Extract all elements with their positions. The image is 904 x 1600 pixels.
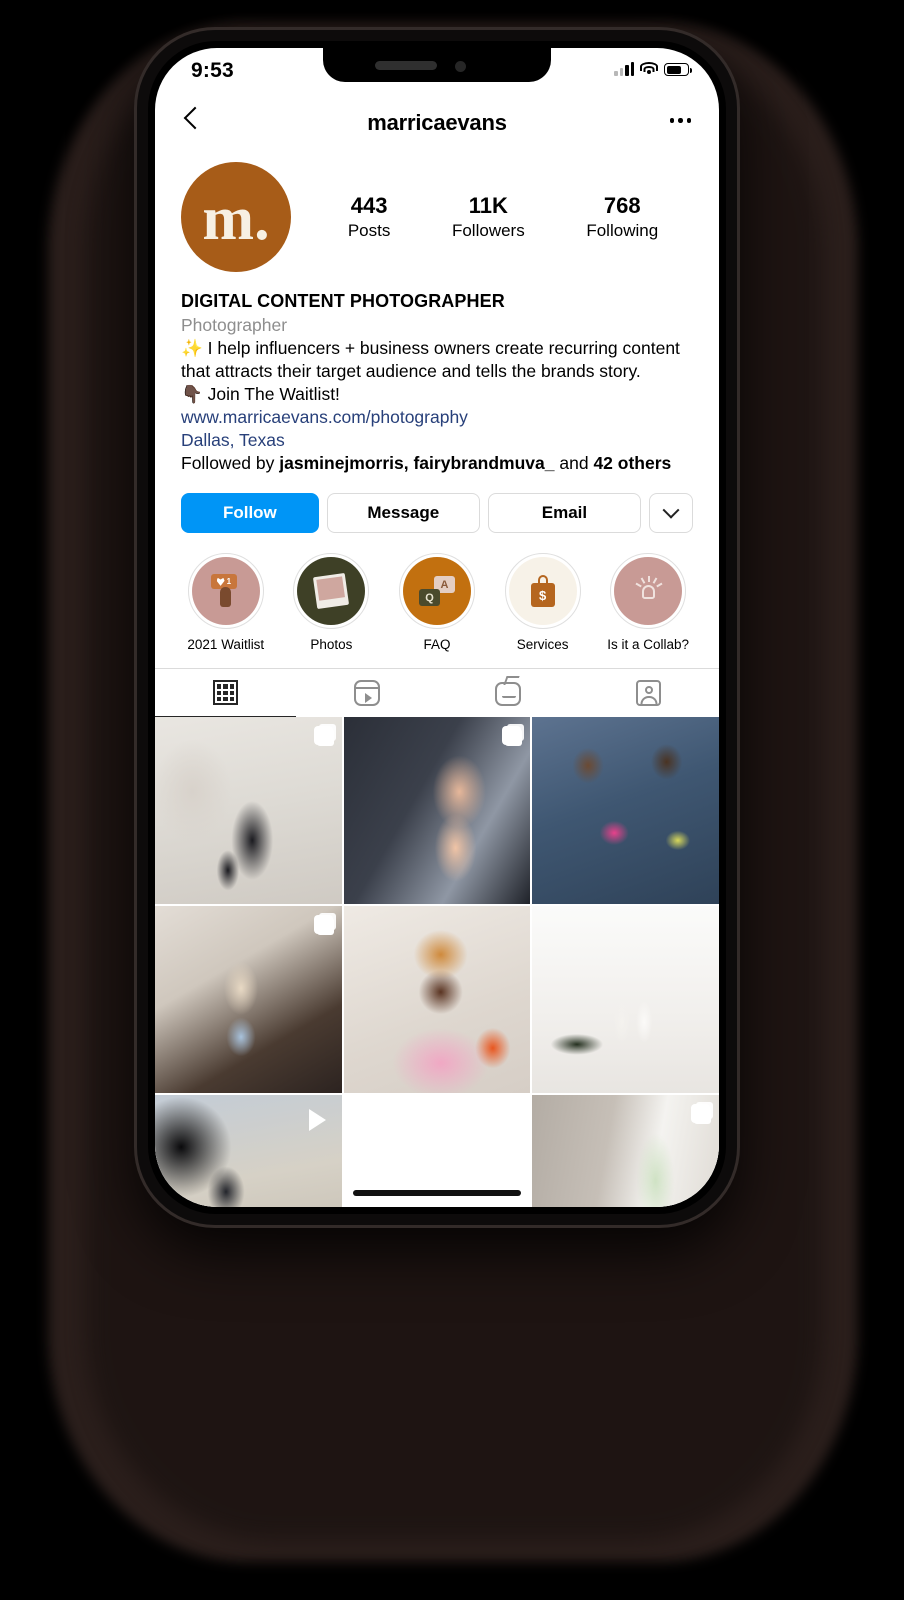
- stat-following-value: 768: [603, 193, 641, 218]
- chat-qa-icon: AQ: [418, 576, 455, 607]
- followed-by-names[interactable]: jasminejmorris, fairybrandmuva_: [279, 453, 554, 473]
- story-highlights: 1 2021 Waitlist Photos AQ FAQ $ Services…: [155, 533, 719, 652]
- bio-text-line2: 👇🏿 Join The Waitlist!: [181, 384, 340, 405]
- action-buttons: Follow Message Email: [155, 475, 719, 534]
- front-camera-icon: [455, 61, 466, 72]
- avatar[interactable]: m.: [181, 162, 291, 272]
- tab-tagged[interactable]: [578, 669, 719, 717]
- page-title: marricaevans: [367, 110, 507, 135]
- grid-post[interactable]: [155, 906, 342, 1093]
- video-play-icon: [308, 1108, 326, 1131]
- follow-button[interactable]: Follow: [181, 493, 319, 534]
- grid-post[interactable]: [532, 717, 719, 905]
- price-tag-icon: $: [530, 575, 555, 608]
- stat-posts-label: Posts: [347, 221, 391, 240]
- carousel-icon: [502, 726, 522, 746]
- followed-by-count[interactable]: 42 others: [593, 453, 671, 473]
- battery-icon: [664, 63, 692, 76]
- igtv-icon: [494, 682, 521, 707]
- stat-followers-label: Followers: [451, 221, 525, 240]
- followed-by-text: Followed by jasminejmorris, fairybrandmu…: [181, 452, 693, 475]
- tab-reels[interactable]: [296, 669, 437, 717]
- highlight-label: Photos: [310, 637, 353, 653]
- carousel-icon: [313, 915, 333, 935]
- chevron-down-icon: [662, 502, 680, 520]
- email-button[interactable]: Email: [487, 493, 641, 534]
- phone-bezel: 9:53 marricaevans m. 443 Posts 11K Follo…: [148, 41, 726, 1214]
- profile-stats: 443 Posts 11K Followers 768 Following: [291, 193, 693, 241]
- like-tap-icon: 1: [209, 574, 243, 608]
- status-clock: 9:53: [191, 59, 234, 82]
- highlight-label: 2021 Waitlist: [187, 637, 265, 653]
- stat-posts[interactable]: 443 Posts: [348, 193, 391, 241]
- grid-post[interactable]: [343, 906, 531, 1093]
- bio-display-name: DIGITAL CONTENT PHOTOGRAPHER: [181, 291, 505, 311]
- reels-icon: [353, 679, 380, 706]
- tagged-icon: [636, 679, 661, 706]
- tab-igtv[interactable]: [437, 669, 578, 717]
- bio-website-link[interactable]: www.marricaevans.com/photography: [181, 406, 693, 429]
- chevron-left-icon[interactable]: [183, 106, 198, 132]
- home-indicator: [353, 1190, 521, 1196]
- wifi-icon: [640, 62, 658, 76]
- grid-post[interactable]: [155, 717, 342, 905]
- lightbulb-icon: [633, 576, 663, 606]
- profile-tabs: [155, 668, 719, 718]
- bio-location[interactable]: Dallas, Texas: [181, 429, 693, 452]
- stat-followers-value: 11K: [468, 193, 508, 218]
- more-options-button[interactable]: [649, 493, 693, 534]
- grid-post[interactable]: [532, 906, 719, 1093]
- highlight-label: Is it a Collab?: [607, 637, 690, 653]
- stat-following-label: Following: [586, 221, 659, 240]
- grid-post[interactable]: [155, 1094, 342, 1207]
- status-icons: [614, 62, 692, 76]
- profile-bio: DIGITAL CONTENT PHOTOGRAPHER Photographe…: [155, 272, 719, 475]
- phone-device: 9:53 marricaevans m. 443 Posts 11K Follo…: [137, 30, 737, 1225]
- earpiece-speaker: [375, 61, 437, 70]
- carousel-icon: [502, 1103, 522, 1123]
- highlight-services[interactable]: $ Services: [494, 553, 592, 652]
- highlight-faq[interactable]: AQ FAQ: [388, 553, 486, 652]
- carousel-icon: [313, 726, 333, 746]
- stat-following[interactable]: 768 Following: [586, 193, 658, 241]
- ellipsis-icon[interactable]: [669, 118, 691, 123]
- tab-grid[interactable]: [155, 669, 296, 718]
- stat-posts-value: 443: [350, 193, 388, 218]
- grid-icon: [213, 680, 238, 706]
- photo-grid: [155, 717, 719, 1207]
- grid-post[interactable]: [343, 717, 531, 905]
- bio-category: Photographer: [181, 314, 288, 335]
- message-button[interactable]: Message: [326, 493, 480, 534]
- followed-by-mid: and: [554, 453, 594, 474]
- highlight-2021-waitlist[interactable]: 1 2021 Waitlist: [177, 553, 275, 652]
- polaroid-icon: [313, 573, 350, 610]
- bio-text-line1: ✨ I help influencers + business owners c…: [181, 337, 680, 381]
- highlight-label: FAQ: [423, 637, 451, 653]
- app-nav-bar: marricaevans: [155, 94, 719, 152]
- grid-post[interactable]: [532, 1094, 719, 1207]
- cellular-signal-icon: [614, 62, 634, 76]
- notch: [323, 48, 551, 82]
- carousel-icon: [691, 1103, 710, 1123]
- highlight-label: Services: [516, 637, 569, 653]
- phone-screen: 9:53 marricaevans m. 443 Posts 11K Follo…: [155, 48, 719, 1207]
- stat-followers[interactable]: 11K Followers: [452, 193, 525, 241]
- highlight-photos[interactable]: Photos: [283, 553, 381, 652]
- highlight-is-it-a-collab[interactable]: Is it a Collab?: [599, 553, 697, 652]
- followed-by-prefix: Followed by: [181, 453, 280, 474]
- profile-header: m. 443 Posts 11K Followers 768 Following: [155, 152, 719, 272]
- avatar-letter: m.: [202, 185, 270, 254]
